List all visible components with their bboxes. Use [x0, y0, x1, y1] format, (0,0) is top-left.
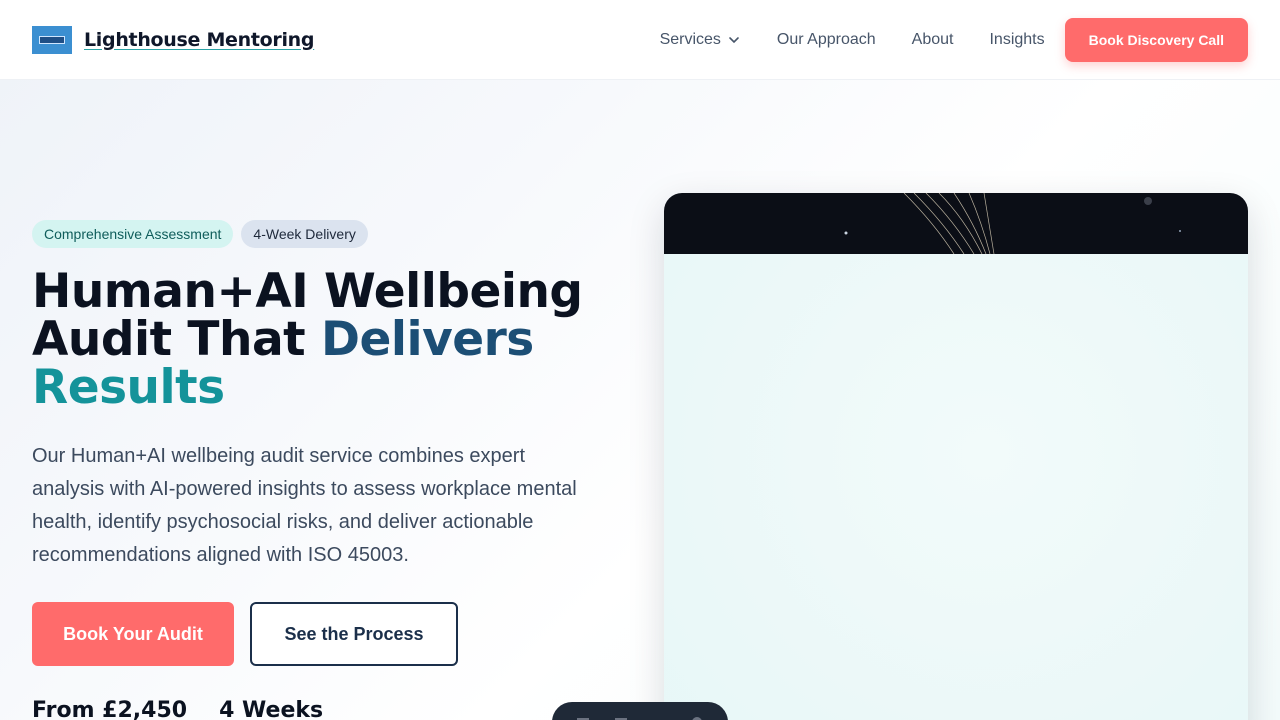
- see-the-process-button[interactable]: See the Process: [250, 602, 458, 666]
- main-nav: Services Our Approach About Insights Boo…: [660, 17, 1248, 62]
- badge-comprehensive-assessment: Comprehensive Assessment: [32, 220, 234, 248]
- stat-price: From £2,450: [32, 698, 188, 720]
- badge-4-week-delivery: 4-Week Delivery: [241, 220, 368, 248]
- particle-visual-icon: [844, 193, 1181, 255]
- hero-description: Our Human+AI wellbeing audit service com…: [32, 445, 577, 566]
- card-body: [664, 254, 1248, 720]
- nav-about[interactable]: About: [912, 31, 954, 49]
- nav-services[interactable]: Services: [660, 31, 741, 49]
- page: Lighthouse Mentoring Services Our Approa…: [0, 0, 1280, 720]
- stat-duration: 4 Weeks: [219, 698, 324, 720]
- toolbar-icon-3[interactable]: [651, 716, 667, 720]
- nav-services-label: Services: [659, 30, 721, 48]
- hero-badges: Comprehensive Assessment 4-Week Delivery: [32, 220, 368, 248]
- site-header: Lighthouse Mentoring Services Our Approa…: [0, 0, 1280, 80]
- hero-media-card: [664, 193, 1248, 720]
- chevron-down-icon: [729, 36, 739, 43]
- book-discovery-call-button[interactable]: Book Discovery Call: [1064, 17, 1248, 62]
- nav-our-approach[interactable]: Our Approach: [777, 31, 876, 49]
- floating-toolbar[interactable]: [552, 702, 728, 720]
- headline-part2: Delivers: [320, 312, 534, 367]
- brand-link[interactable]: Lighthouse Mentoring: [84, 29, 315, 51]
- hero-headline: Human+AI Wellbeing Audit That Delivers Re…: [32, 268, 632, 412]
- toolbar-icon-2[interactable]: [613, 716, 629, 720]
- headline-part3: Results: [32, 360, 225, 415]
- card-hero-image: [664, 193, 1248, 255]
- nav-insights[interactable]: Insights: [989, 31, 1044, 49]
- hero-stats: From £2,450 4 Weeks: [32, 698, 323, 720]
- toolbar-icon-1[interactable]: [575, 716, 591, 720]
- toolbar-icon-4[interactable]: [689, 716, 705, 720]
- book-your-audit-button[interactable]: Book Your Audit: [32, 602, 234, 666]
- logo-image[interactable]: [32, 25, 72, 54]
